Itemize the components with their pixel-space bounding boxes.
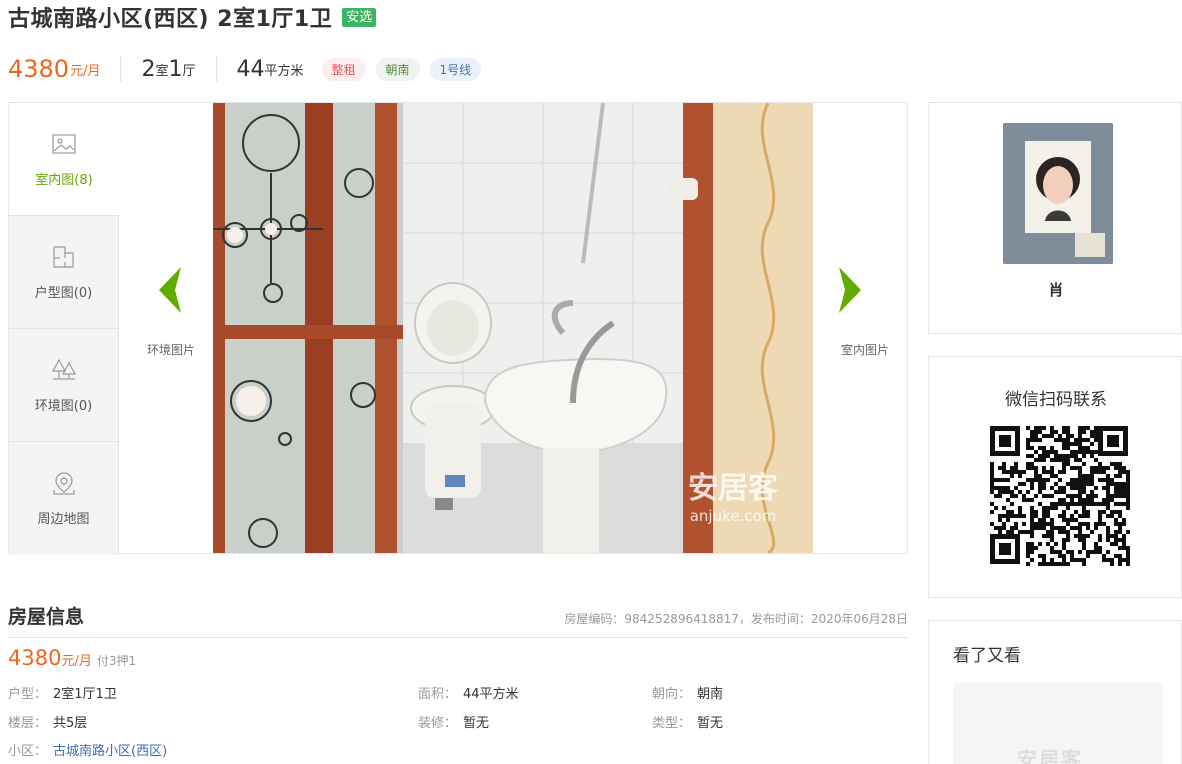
tab-floorplan[interactable]: 户型图(0): [9, 216, 119, 329]
area-value: 44: [236, 56, 265, 82]
seen-also-title: 看了又看: [953, 646, 1021, 666]
info-key: 小区：: [8, 744, 48, 759]
listing-summary: 4380 元/月 2 室 1 厅 44 平方米 整租 朝南 1号线: [8, 52, 482, 86]
summary-price-unit: 元/月: [70, 63, 101, 79]
avatar[interactable]: [1003, 123, 1113, 264]
info-price-value: 4380: [8, 646, 62, 670]
seen-also-card: 看了又看 安居客: [928, 620, 1182, 764]
info-row-community: 小区： 古城南路小区(西区): [8, 740, 167, 759]
info-row-floor: 楼层： 共5层: [8, 712, 87, 731]
summary-price: 4380: [8, 55, 70, 83]
tab-interior-photos[interactable]: 室内图(8): [9, 103, 119, 216]
photo-watermark-url: anjuke.com: [690, 507, 777, 525]
halls-count: 1: [168, 56, 183, 82]
info-value: 暂无: [463, 716, 490, 731]
title-row: 古城南路小区(西区) 2室1厅1卫 安选: [8, 2, 377, 32]
info-price-unit: 元/月: [61, 654, 92, 669]
info-value: 44平方米: [463, 687, 519, 702]
payment-terms: 付3押1: [96, 654, 137, 668]
area-unit: 平方米: [264, 63, 304, 79]
anxuan-badge: 安选: [342, 7, 377, 27]
tab-label: 室内图(8): [35, 172, 93, 188]
seen-also-thumbnail[interactable]: 安居客: [953, 683, 1163, 764]
info-row-layout: 户型： 2室1厅1卫: [8, 683, 117, 702]
halls-unit: 厅: [182, 63, 196, 79]
trees-icon: [51, 358, 76, 380]
photo-gallery: 室内图(8) 户型图(0) 环境图(0) 周边地图 环境图片 安居客 anjuk…: [8, 102, 908, 555]
wechat-card: 微信扫码联系: [928, 356, 1182, 598]
thumbnail-watermark: 安居客: [1017, 747, 1083, 764]
tag-rental-type: 整租: [321, 57, 366, 81]
tab-label: 户型图(0): [34, 285, 93, 301]
qr-code: [988, 424, 1130, 566]
wechat-title: 微信扫码联系: [1005, 390, 1107, 410]
info-key: 面积：: [418, 687, 458, 702]
floorplan-icon: [52, 245, 74, 268]
map-pin-icon: [52, 472, 75, 495]
tab-label: 周边地图: [37, 512, 90, 527]
divider: [215, 56, 217, 82]
next-arrow-icon[interactable]: [835, 265, 865, 315]
house-info-meta: 房屋编码：984252896418817，发布时间：2020年06月28日: [564, 612, 908, 626]
info-row-type: 类型： 暂无: [652, 712, 723, 731]
info-key: 朝向：: [652, 687, 692, 702]
image-icon: [52, 133, 76, 154]
tag-metro-line: 1号线: [429, 57, 482, 81]
info-row-decoration: 装修： 暂无: [418, 712, 489, 731]
tab-environment[interactable]: 环境图(0): [9, 329, 119, 442]
info-value: 2室1厅1卫: [53, 687, 117, 702]
info-key: 户型：: [8, 687, 48, 702]
main-photo: 安居客 anjuke.com: [213, 103, 813, 553]
bathroom-photo: 安居客 anjuke.com: [213, 103, 813, 553]
house-info-title: 房屋信息: [8, 606, 85, 628]
tab-nearby-map[interactable]: 周边地图: [9, 442, 119, 555]
info-row-area: 面积： 44平方米: [418, 683, 519, 702]
rooms-unit: 室: [155, 63, 169, 79]
prev-caption: 环境图片: [147, 343, 196, 357]
prev-arrow-icon[interactable]: [155, 265, 185, 315]
next-caption: 室内图片: [841, 343, 890, 357]
rooms-count: 2: [141, 56, 156, 82]
info-value: 朝南: [697, 687, 724, 702]
divider: [120, 56, 122, 82]
tag-orientation: 朝南: [375, 57, 420, 81]
info-price: 4380 元/月 付3押1: [8, 646, 136, 670]
community-link[interactable]: 古城南路小区(西区): [53, 740, 167, 759]
info-key: 楼层：: [8, 716, 48, 731]
info-row-orientation: 朝向： 朝南: [652, 683, 723, 702]
agent-name: 肖: [1048, 281, 1064, 299]
listing-title: 古城南路小区(西区) 2室1厅1卫: [8, 7, 333, 32]
info-value: 共5层: [53, 716, 88, 731]
info-key: 装修：: [418, 716, 458, 731]
photo-watermark-brand: 安居客: [688, 471, 778, 506]
info-key: 类型：: [652, 716, 692, 731]
house-info-header: 房屋信息 房屋编码：984252896418817，发布时间：2020年06月2…: [8, 598, 908, 638]
info-value: 暂无: [697, 716, 724, 731]
agent-card: 肖: [928, 102, 1182, 334]
gallery-tabs: 室内图(8) 户型图(0) 环境图(0) 周边地图: [9, 103, 119, 555]
tab-label: 环境图(0): [34, 398, 93, 414]
